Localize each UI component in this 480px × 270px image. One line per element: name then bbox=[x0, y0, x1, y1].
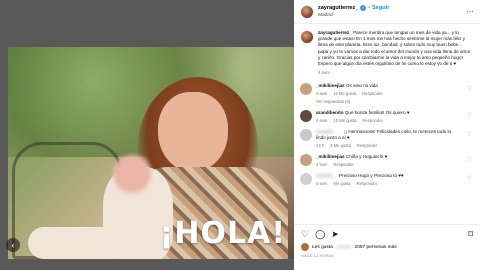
reply-button[interactable]: Responder bbox=[362, 91, 383, 96]
chevron-left-icon[interactable]: ‹ bbox=[6, 238, 20, 252]
heart-icon[interactable]: ♡ bbox=[467, 112, 472, 119]
heart-icon[interactable]: ♡ bbox=[467, 156, 472, 163]
heart-icon[interactable]: ♡ bbox=[467, 131, 472, 138]
reply-button[interactable]: Responder bbox=[362, 118, 383, 123]
mother-face bbox=[158, 92, 228, 172]
comment-likes[interactable]: 3 Me gusta bbox=[330, 143, 351, 148]
post-date: HACE 12 HORAS bbox=[301, 254, 334, 258]
comment-username[interactable]: arandibenito bbox=[316, 110, 344, 115]
comment-icon[interactable]: ◯ bbox=[315, 229, 325, 240]
heart-icon[interactable]: ♡ bbox=[301, 229, 309, 240]
hola-logo: ¡HOLA! bbox=[159, 216, 286, 251]
post-footer: ♡ ◯ ➤ ⌑ Les gusta usuario 2067 personas … bbox=[294, 224, 480, 270]
comment-text: Precioso Hugo y Preciosa tú ♥♥ bbox=[338, 173, 404, 179]
comment-likes[interactable]: 11 Me gusta bbox=[333, 91, 356, 96]
commenter-avatar[interactable] bbox=[300, 154, 312, 167]
comment-username[interactable]: _mikilimejias bbox=[316, 154, 345, 159]
caption-text: Parece mentira que tengas un mes de vida… bbox=[318, 30, 471, 67]
commenter-avatar[interactable] bbox=[300, 129, 312, 142]
comment-username-blurred[interactable]: usuario____ bbox=[316, 129, 343, 134]
comment-time: 4 sem bbox=[316, 162, 328, 168]
author-avatar[interactable] bbox=[300, 4, 314, 19]
verified-badge-icon: ✓ bbox=[360, 4, 367, 11]
likes-count[interactable]: 2067 personas más bbox=[355, 245, 397, 250]
caption-avatar[interactable] bbox=[300, 30, 314, 44]
comment-text: Os amo mi vida bbox=[345, 83, 378, 89]
comment-likes[interactable]: 10 Me gusta bbox=[333, 118, 356, 123]
comment-time: 4 sem bbox=[316, 181, 328, 187]
instagram-post-viewer: ¡HOLA! ‹ zayragutierrez_ ✓ • Seguir Madr… bbox=[0, 0, 480, 270]
bookmark-icon[interactable]: ⌑ bbox=[468, 229, 473, 240]
comment-item: usuario__ Precioso Hugo y Preciosa tú ♥♥… bbox=[300, 173, 472, 186]
reply-button[interactable]: Responder bbox=[357, 143, 378, 148]
liker-avatar bbox=[301, 243, 309, 251]
follow-button[interactable]: Seguir bbox=[372, 4, 389, 12]
post-image[interactable]: ¡HOLA! bbox=[8, 47, 294, 259]
comment-item: usuario____ ¡¡ Hermosooss! Felicidades c… bbox=[300, 129, 472, 148]
baby-face-blurred bbox=[113, 155, 151, 193]
comment-item: arandibenito Que bonita familia!! Os qui… bbox=[300, 110, 472, 123]
caption-username[interactable]: zayragutierrez_ bbox=[318, 30, 352, 35]
likes-summary[interactable]: Les gusta usuario 2067 personas más bbox=[301, 243, 473, 251]
comment-item: _mikilimejias Chiña y Huguinchi ♥ 4 sem … bbox=[300, 154, 472, 167]
likes-prefix: Les gusta bbox=[312, 244, 333, 250]
comment-username-blurred[interactable]: usuario__ bbox=[316, 173, 338, 178]
post-location[interactable]: Madrid bbox=[318, 12, 389, 20]
comment-time: 4 sem bbox=[316, 118, 328, 124]
comment-username[interactable]: _mikilimejias bbox=[316, 83, 345, 88]
post-caption: zayragutierrez_ Parece mentira que tenga… bbox=[300, 30, 472, 67]
action-bar: ♡ ◯ ➤ ⌑ bbox=[301, 229, 473, 240]
heart-icon[interactable]: ♡ bbox=[467, 175, 472, 182]
caption-text-wrap: zayragutierrez_ Parece mentira que tenga… bbox=[318, 30, 472, 67]
comment-item: _mikilimejias Os amo mi vida 4 sem 11 Me… bbox=[300, 83, 472, 104]
post-header: zayragutierrez_ ✓ • Seguir Madrid ··· bbox=[294, 0, 480, 24]
author-username[interactable]: zayragutierrez_ bbox=[318, 4, 358, 12]
commenter-avatar[interactable] bbox=[300, 83, 312, 96]
comment-time: 14 h bbox=[316, 143, 325, 149]
comment-text: Que bonita familia!! Os quiero ♥ bbox=[344, 110, 410, 116]
caption-time: 4 sem bbox=[318, 70, 330, 76]
commenter-avatar[interactable] bbox=[300, 110, 312, 123]
more-options-icon[interactable]: ··· bbox=[466, 7, 474, 16]
reply-button[interactable]: Responder bbox=[333, 162, 354, 167]
commenter-avatar[interactable] bbox=[300, 173, 312, 186]
author-info: zayragutierrez_ ✓ • Seguir Madrid bbox=[318, 4, 389, 20]
comment-likes[interactable]: Me gusta bbox=[333, 181, 350, 186]
reply-button[interactable]: Responder bbox=[357, 181, 378, 186]
heart-icon[interactable]: ♡ bbox=[467, 85, 472, 92]
separator-dot: • bbox=[368, 4, 371, 11]
comment-time: 4 sem bbox=[316, 91, 328, 97]
comment-text: Chiña y Huguinchi ♥ bbox=[345, 154, 388, 160]
comments-section: zayragutierrez_ Parece mentira que tenga… bbox=[294, 24, 480, 224]
view-replies-button[interactable]: Ver respuestas (5) bbox=[316, 99, 472, 104]
liker-username-blurred[interactable]: usuario bbox=[336, 245, 352, 250]
post-details-panel: zayragutierrez_ ✓ • Seguir Madrid ··· za… bbox=[294, 0, 480, 270]
share-icon[interactable]: ➤ bbox=[331, 229, 339, 240]
